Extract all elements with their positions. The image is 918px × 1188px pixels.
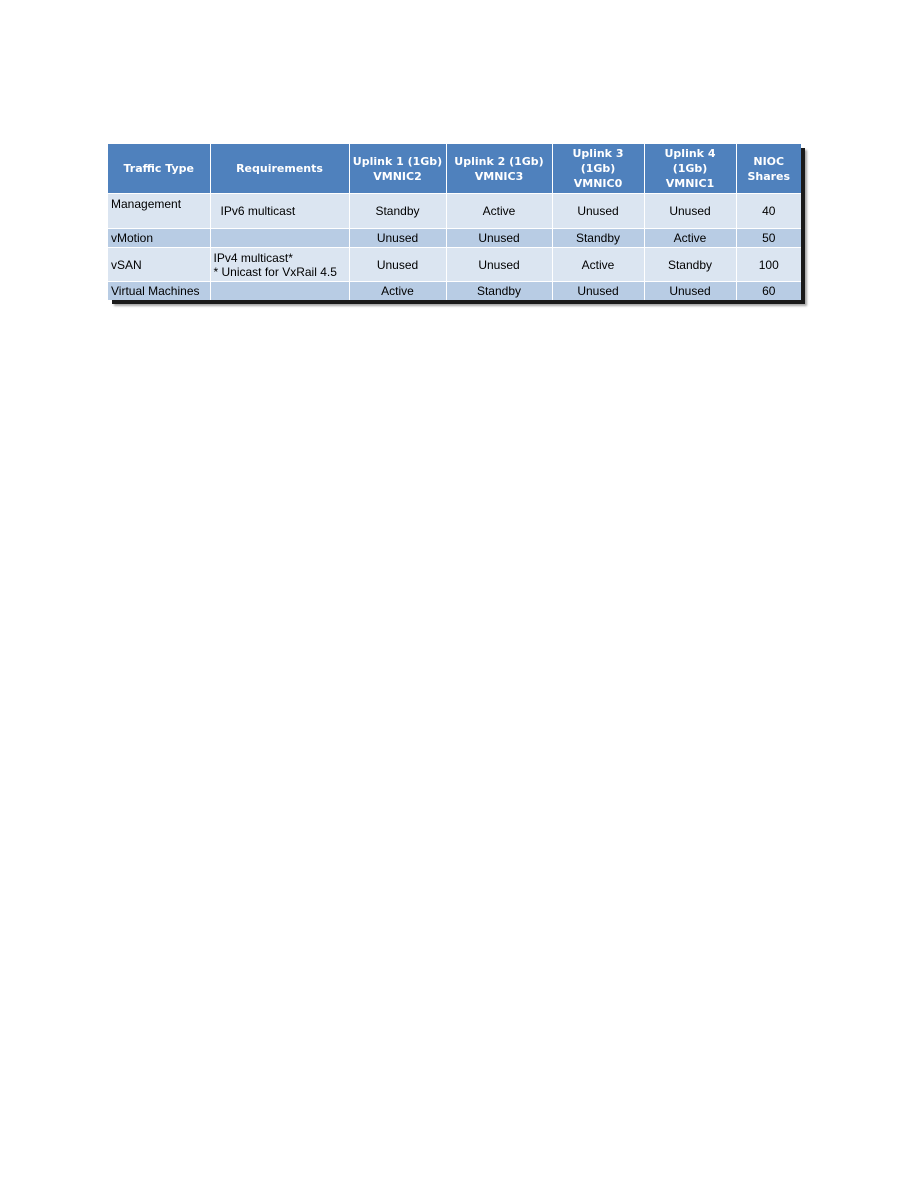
cell-traffic-type: Virtual Machines: [108, 281, 211, 300]
cell-uplink-1: Unused: [349, 228, 447, 248]
table-row: Virtual Machines Active Standby Unused U…: [108, 281, 801, 300]
header-label: Uplink 1 (1Gb): [352, 154, 443, 168]
cell-requirements: [210, 281, 350, 300]
header-sublabel: VMNIC1: [665, 177, 715, 190]
cell-uplink-3: Unused: [552, 281, 645, 300]
uplink-configuration-table: Traffic Type Requirements Uplink 1 (1Gb)…: [108, 144, 801, 300]
cell-uplink-2: Unused: [446, 228, 553, 248]
header-requirements: Requirements: [210, 144, 350, 194]
cell-requirements: IPv6 multicast: [210, 193, 350, 229]
table-row: vSAN IPv4 multicast* * Unicast for VxRail…: [108, 247, 801, 282]
header-sublabel: VMNIC0: [573, 177, 623, 190]
cell-uplink-3: Unused: [552, 193, 645, 229]
uplink-configuration-table-container: Traffic Type Requirements Uplink 1 (1Gb)…: [108, 144, 801, 300]
cell-traffic-type: vSAN: [108, 247, 211, 282]
header-uplink-1: Uplink 1 (1Gb) VMNIC2: [349, 144, 447, 194]
header-sublabel: VMNIC2: [373, 169, 422, 183]
header-uplink-3: Uplink 3 (1Gb) VMNIC0: [552, 144, 645, 194]
header-sublabel: Shares: [747, 169, 791, 183]
cell-uplink-1: Unused: [349, 247, 447, 282]
cell-requirements: [210, 228, 350, 248]
cell-nioc-shares: 100: [736, 247, 801, 282]
cell-traffic-type: Management: [108, 193, 211, 229]
table-row: vMotion Unused Unused Standby Active 50: [108, 228, 801, 248]
cell-traffic-type: vMotion: [108, 228, 211, 248]
header-label: Uplink 3 (1Gb): [572, 147, 624, 175]
header-label: NIOC: [753, 154, 785, 168]
header-traffic-type: Traffic Type: [108, 144, 211, 194]
cell-uplink-1: Active: [349, 281, 447, 300]
header-uplink-2: Uplink 2 (1Gb) VMNIC3: [446, 144, 553, 194]
cell-uplink-4: Unused: [644, 281, 737, 300]
cell-nioc-shares: 50: [736, 228, 801, 248]
cell-uplink-2: Active: [446, 193, 553, 229]
cell-nioc-shares: 60: [736, 281, 801, 300]
cell-uplink-3: Active: [552, 247, 645, 282]
cell-uplink-2: Standby: [446, 281, 553, 300]
cell-uplink-3: Standby: [552, 228, 645, 248]
cell-uplink-1: Standby: [349, 193, 447, 229]
header-uplink-4: Uplink 4 (1Gb) VMNIC1: [644, 144, 737, 194]
cell-uplink-2: Unused: [446, 247, 553, 282]
header-label: Requirements: [236, 162, 323, 175]
requirement-line: * Unicast for VxRail 4.5: [213, 264, 337, 279]
table-header-row: Traffic Type Requirements Uplink 1 (1Gb)…: [108, 144, 801, 194]
header-label: Uplink 4 (1Gb): [664, 147, 716, 175]
cell-nioc-shares: 40: [736, 193, 801, 229]
table-row: Management IPv6 multicast Standby Active…: [108, 193, 801, 229]
header-label: Uplink 2 (1Gb): [454, 154, 544, 168]
header-sublabel: VMNIC3: [474, 169, 524, 183]
cell-uplink-4: Standby: [644, 247, 737, 282]
header-label: Traffic Type: [123, 162, 194, 175]
header-nioc-shares: NIOC Shares: [736, 144, 801, 194]
cell-requirements: IPv4 multicast* * Unicast for VxRail 4.5: [210, 247, 350, 282]
cell-uplink-4: Unused: [644, 193, 737, 229]
cell-uplink-4: Active: [644, 228, 737, 248]
requirement-line: IPv4 multicast*: [213, 250, 293, 265]
